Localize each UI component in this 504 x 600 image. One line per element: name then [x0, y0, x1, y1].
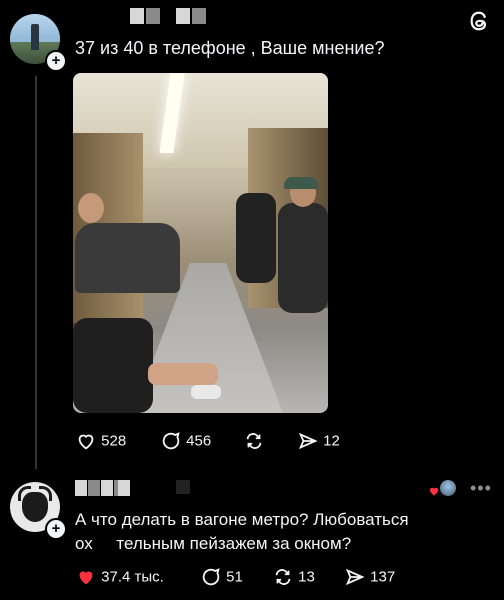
- send-icon: [345, 568, 365, 586]
- repost-count: 13: [298, 568, 315, 586]
- comment-button[interactable]: 456: [160, 430, 211, 452]
- username-redacted: [101, 480, 113, 496]
- username-redacted: [146, 8, 160, 24]
- username-redacted: [130, 8, 144, 24]
- username-redacted: [118, 480, 130, 496]
- username-redacted: [176, 480, 190, 494]
- repost-icon: [246, 433, 262, 449]
- comment-button[interactable]: 51: [200, 566, 243, 588]
- threads-logo-icon[interactable]: [468, 10, 490, 37]
- comment-count: 51: [226, 568, 243, 586]
- follow-button[interactable]: +: [45, 50, 67, 72]
- like-button[interactable]: 37.4 тыс.: [75, 566, 164, 588]
- username-redacted: [192, 8, 206, 24]
- heart-filled-icon: [79, 571, 93, 585]
- repost-button[interactable]: 13: [272, 566, 315, 588]
- like-count: 37.4 тыс.: [101, 568, 164, 586]
- liked-by-author-avatar: [440, 480, 456, 496]
- comment-icon: [202, 568, 220, 586]
- liked-by-author-heart-icon: [428, 484, 440, 502]
- share-count: 137: [370, 568, 396, 586]
- repost-button[interactable]: [243, 430, 265, 452]
- comment-count: 456: [186, 432, 212, 450]
- share-count: 12: [323, 432, 340, 450]
- like-button[interactable]: 528: [75, 430, 126, 452]
- send-icon: [298, 432, 318, 450]
- username-redacted: [176, 8, 190, 24]
- comment-line: А что делать в вагоне метро? Любоваться: [75, 510, 409, 529]
- comment-line: ох тельным пейзажем за окном?: [75, 534, 352, 553]
- comment-text: А что делать в вагоне метро? Любоваться …: [75, 508, 409, 556]
- more-options-icon[interactable]: •••: [470, 478, 492, 499]
- heart-icon: [78, 434, 94, 450]
- like-count: 528: [101, 432, 127, 450]
- post-image[interactable]: [73, 73, 328, 413]
- thread-line: [35, 76, 37, 469]
- username-redacted: [88, 480, 100, 496]
- share-button[interactable]: 137: [344, 566, 395, 588]
- post-text: 37 из 40 в телефоне , Ваше мнение?: [75, 38, 385, 58]
- repost-icon: [275, 569, 291, 585]
- share-button[interactable]: 12: [297, 430, 340, 452]
- follow-button[interactable]: +: [45, 518, 67, 540]
- comment-icon: [162, 432, 180, 450]
- username-redacted: [75, 480, 87, 496]
